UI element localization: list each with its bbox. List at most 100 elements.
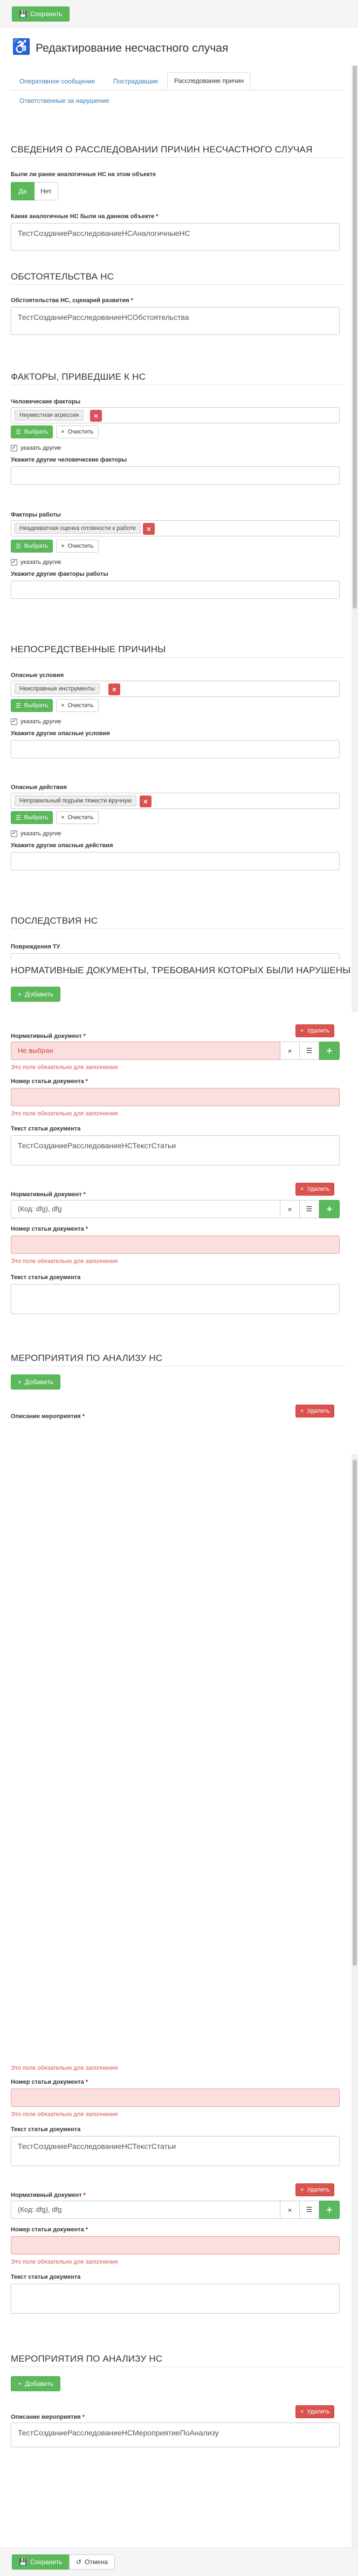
norm-doc-select-value[interactable]: (Код: dfg), dfg: [11, 2201, 280, 2219]
measure-field[interactable]: ТестСозданиеРасследованиеНСМероприятиеПо…: [11, 2423, 340, 2447]
article-label: Номер статьи документа *: [11, 1078, 88, 1085]
article-text-field[interactable]: ТестСозданиеРасследованиеНСТекстСтатьи: [11, 1135, 340, 1165]
choose-button[interactable]: ☰ Выбрать: [11, 811, 53, 824]
work-other-label: Укажите другие факторы работы: [11, 571, 108, 577]
choose-button[interactable]: ☰ Выбрать: [11, 699, 53, 712]
danger-conditions-actions: ☰ Выбрать × Очистить: [11, 699, 99, 712]
human-other-field[interactable]: [11, 466, 340, 485]
scrollbar-thumb-top[interactable]: [353, 27, 357, 609]
norm-doc-label: Нормативный документ *: [11, 1191, 86, 1198]
tab-victims[interactable]: Пострадавшие: [113, 78, 158, 85]
add-norm-doc-button[interactable]: + Добавить: [11, 987, 61, 1002]
injury-field[interactable]: [11, 953, 340, 960]
clear-button[interactable]: × Очистить: [56, 699, 99, 712]
similar-incidents-label: Какие аналогичные НС были на данном объе…: [11, 213, 159, 220]
tab-responsible[interactable]: Ответственные за нарушение: [19, 97, 109, 104]
checkbox-checked[interactable]: ✓: [11, 718, 17, 725]
divider: [11, 2366, 345, 2367]
section-factors-title: ФАКТОРЫ, ПРИВЕДШИЕ К НС: [11, 372, 146, 382]
save-button-bottom[interactable]: 💾 Сохранить: [12, 2554, 70, 2570]
remove-tag-icon[interactable]: ×: [90, 410, 102, 422]
norm-doc-select: (Код: dfg), dfg × ☰ +: [11, 2201, 340, 2219]
similar-incidents-field[interactable]: ТестСозданиеРасследованиеНСАналогичныеНС: [11, 223, 340, 251]
measure-label: Описание мероприятия *: [11, 1413, 85, 1420]
list-icon[interactable]: ☰: [300, 2201, 319, 2219]
wheelchair-icon: ♿: [12, 38, 31, 55]
clear-icon[interactable]: ×: [280, 1200, 300, 1218]
work-factor-tag: Неадекватная оценка готовности к работе: [15, 523, 141, 534]
no-button[interactable]: Нет: [35, 182, 58, 200]
list-icon: ☰: [16, 702, 21, 709]
close-icon: ×: [61, 702, 65, 709]
scrollbar-thumb-bottom[interactable]: [353, 1460, 357, 1966]
delete-measure-button[interactable]: × Удалить: [295, 1405, 335, 1418]
clear-icon[interactable]: ×: [280, 1042, 300, 1060]
norm-doc-label: Нормативный документ *: [11, 2192, 86, 2198]
article-text-field[interactable]: ТестСозданиеРасследованиеНСТекстСтатьи: [11, 2136, 340, 2166]
clear-button[interactable]: × Очистить: [56, 425, 99, 438]
article-text-field[interactable]: [11, 2284, 340, 2314]
error-text: Это поле обязательно для заполнения: [11, 2111, 118, 2118]
remove-tag-icon[interactable]: ×: [143, 523, 155, 535]
list-icon: ☰: [16, 429, 21, 436]
choose-button[interactable]: ☰ Выбрать: [11, 540, 53, 553]
close-icon: ×: [61, 543, 65, 549]
error-text: Это поле обязательно для заполнения: [11, 1064, 118, 1071]
save-icon: 💾: [19, 2558, 27, 2566]
tab-operative-message[interactable]: Оперативное сообщение: [19, 78, 95, 85]
delete-norm-doc-button[interactable]: × Удалить: [295, 1183, 335, 1196]
norm-doc-select-value[interactable]: (Код: dfg), dfg: [11, 1200, 280, 1218]
measure-label: Описание мероприятия *: [11, 2414, 85, 2420]
yes-button[interactable]: Да: [11, 182, 35, 200]
article-field[interactable]: [11, 2089, 340, 2107]
cancel-button[interactable]: ↺ Отмена: [69, 2554, 115, 2570]
work-other-checkbox[interactable]: ✓ указать другие: [11, 559, 61, 566]
divider: [11, 284, 345, 285]
delete-measure-button[interactable]: × Удалить: [295, 2405, 335, 2418]
error-text: Это поле обязательно для заполнения: [11, 1258, 118, 1265]
clear-button[interactable]: × Очистить: [56, 811, 99, 824]
close-icon: ×: [61, 814, 65, 821]
article-field[interactable]: [11, 1235, 340, 1254]
clear-icon[interactable]: ×: [280, 2201, 300, 2219]
article-text-label: Текст статьи документа: [11, 1126, 81, 1132]
human-factor-tag: Неуместная агрессия: [15, 410, 84, 421]
delete-norm-doc-button[interactable]: × Удалить: [295, 1024, 335, 1037]
close-icon: ×: [300, 1408, 304, 1414]
clear-button[interactable]: × Очистить: [56, 540, 99, 553]
remove-tag-icon[interactable]: ×: [108, 683, 120, 695]
add-icon[interactable]: +: [319, 2201, 340, 2219]
human-factors-actions: ☰ Выбрать × Очистить: [11, 425, 99, 438]
danger-act-other-checkbox[interactable]: ✓ указать другие: [11, 830, 61, 837]
norm-doc-select-value[interactable]: Не выбран: [11, 1042, 280, 1060]
norm-doc-select: Не выбран × ☰ +: [11, 1042, 340, 1060]
add-icon[interactable]: +: [319, 1200, 340, 1218]
add-measure-button[interactable]: + Добавить: [11, 2376, 61, 2391]
norm-doc-select: (Код: dfg), dfg × ☰ +: [11, 1200, 340, 1218]
danger-cond-other-checkbox[interactable]: ✓ указать другие: [11, 718, 61, 725]
article-field[interactable]: [11, 1088, 340, 1106]
article-text-field[interactable]: [11, 1284, 340, 1314]
circumstances-field[interactable]: ТестСозданиеРасследованиеНСОбстоятельств…: [11, 307, 340, 335]
list-icon[interactable]: ☰: [300, 1200, 319, 1218]
checkbox-checked[interactable]: ✓: [11, 445, 17, 451]
article-field[interactable]: [11, 2236, 340, 2254]
list-icon[interactable]: ☰: [300, 1042, 319, 1060]
work-other-field[interactable]: [11, 581, 340, 599]
bottom-toolbar: 💾 Сохранить ↺ Отмена: [0, 2547, 358, 2576]
danger-cond-other-field[interactable]: [11, 740, 340, 758]
danger-conditions-label: Опасные условия: [11, 672, 64, 679]
add-icon[interactable]: +: [319, 1042, 340, 1060]
checkbox-checked[interactable]: ✓: [11, 830, 17, 837]
article-text-label: Текст статьи документа: [11, 2274, 81, 2280]
article-text-label: Текст статьи документа: [11, 2126, 81, 2133]
remove-tag-icon[interactable]: ×: [140, 795, 152, 807]
add-measure-button[interactable]: + Добавить: [11, 1374, 61, 1390]
danger-act-other-field[interactable]: [11, 852, 340, 870]
tab-investigation[interactable]: Расследование причин: [167, 72, 251, 89]
checkbox-checked[interactable]: ✓: [11, 559, 17, 566]
save-button-top[interactable]: 💾 Сохранить: [12, 6, 70, 22]
human-other-checkbox[interactable]: ✓ указать другие: [11, 445, 61, 451]
choose-button[interactable]: ☰ Выбрать: [11, 425, 53, 438]
delete-norm-doc-button[interactable]: × Удалить: [295, 2183, 335, 2196]
